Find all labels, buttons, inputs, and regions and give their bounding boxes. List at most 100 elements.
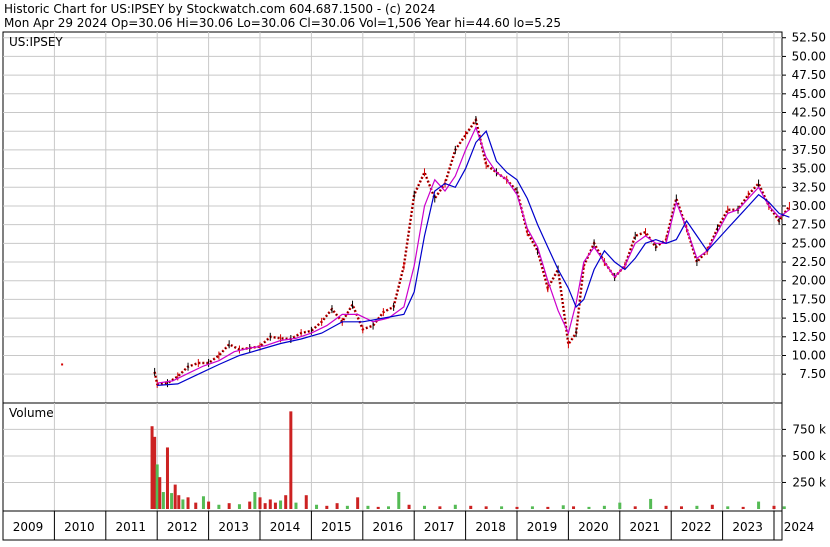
volume-bar — [500, 506, 504, 509]
price-panel-title: US:IPSEY — [9, 35, 63, 49]
volume-y-tick-label: 250 k — [792, 475, 826, 489]
price-y-tick-label: 30.00 — [792, 199, 826, 213]
volume-y-tick-label: 750 k — [792, 422, 826, 436]
price-y-tick-label: 40.00 — [792, 124, 826, 138]
volume-panel: 750 k 500 k 250 k Volume — [2, 402, 826, 512]
volume-bar — [289, 411, 293, 509]
volume-bar — [158, 477, 162, 509]
price-point — [61, 363, 64, 366]
volume-bar — [387, 506, 390, 509]
x-axis-label: 2021 — [630, 520, 661, 534]
price-y-tick-label: 52.50 — [792, 31, 826, 45]
volume-bar — [484, 506, 488, 509]
volume-bar — [572, 506, 576, 509]
volume-bar — [772, 505, 776, 509]
volume-bar — [315, 504, 319, 509]
x-axis-label: 2020 — [578, 520, 609, 534]
volume-bar — [710, 504, 714, 509]
volume-bar — [173, 484, 177, 509]
volume-bar — [201, 496, 205, 509]
volume-bar — [664, 505, 668, 509]
volume-bar — [268, 499, 272, 509]
volume-bar — [679, 506, 683, 509]
volume-bar — [726, 506, 730, 509]
volume-bar — [194, 502, 198, 509]
chart-header-line1: Historic Chart for US:IPSEY by Stockwatc… — [4, 2, 435, 16]
volume-bar — [335, 503, 339, 509]
x-axis-label: 2024 — [784, 520, 815, 534]
volume-bar — [757, 501, 761, 509]
volume-bar — [181, 499, 185, 509]
volume-bar — [407, 504, 411, 509]
volume-panel-frame — [2, 402, 783, 512]
price-y-tick-label: 50.00 — [792, 49, 826, 63]
volume-bar — [397, 492, 401, 509]
volume-bar — [217, 504, 221, 509]
volume-bar — [294, 502, 298, 509]
volume-bar — [649, 498, 653, 509]
volume-bar — [150, 426, 154, 509]
volume-bar — [530, 506, 534, 509]
x-axis-label: 2018 — [475, 520, 506, 534]
volume-bar — [587, 506, 591, 509]
x-axis-label: 2016 — [373, 520, 404, 534]
x-axis-label: 2023 — [732, 520, 763, 534]
price-panel: 52.50 50.00 47.50 45.00 42.50 40.00 37.50 35.00… — [2, 31, 826, 404]
volume-bar — [186, 497, 190, 509]
volume-bar — [237, 504, 241, 509]
volume-bar — [515, 506, 519, 509]
volume-bar — [177, 495, 181, 509]
chart-header-line2: Mon Apr 29 2024 Op=30.06 Hi=30.06 Lo=30.… — [4, 16, 561, 30]
volume-bar — [633, 506, 637, 509]
volume-bar — [366, 505, 370, 509]
volume-y-axis: 750 k 500 k 250 k — [782, 422, 826, 489]
volume-panel-title: Volume — [9, 406, 54, 420]
price-y-tick-label: 42.50 — [792, 106, 826, 120]
volume-y-tick-label: 500 k — [792, 449, 826, 463]
price-y-tick-label: 32.50 — [792, 180, 826, 194]
volume-bar — [165, 447, 169, 509]
volume-bar — [258, 497, 262, 509]
volume-bar — [422, 505, 426, 509]
volume-bar — [153, 436, 157, 509]
volume-bar — [782, 506, 786, 509]
volume-bar — [248, 501, 252, 509]
x-axis-label: 2014 — [270, 520, 301, 534]
price-y-tick-label: 35.00 — [792, 162, 826, 176]
stock-chart: Historic Chart for US:IPSEY by Stockwatc… — [0, 0, 830, 543]
price-y-tick-label: 15.00 — [792, 311, 826, 325]
price-y-tick-label: 25.00 — [792, 236, 826, 250]
volume-bar — [618, 502, 622, 509]
x-axis-label: 2022 — [681, 520, 712, 534]
volume-bar — [263, 503, 267, 509]
price-y-tick-label: 45.00 — [792, 87, 826, 101]
volume-bar — [227, 503, 231, 509]
x-axis-label: 2017 — [424, 520, 455, 534]
x-axis-label: 2009 — [13, 520, 44, 534]
price-y-tick-label: 12.50 — [792, 330, 826, 344]
volume-bar — [207, 501, 211, 509]
price-y-tick-label: 37.50 — [792, 143, 826, 157]
x-axis-label: 2012 — [167, 520, 198, 534]
price-y-tick-label: 22.50 — [792, 255, 826, 269]
volume-bar — [438, 506, 442, 509]
volume-bar — [741, 506, 745, 509]
volume-bar — [325, 505, 329, 509]
volume-bar — [279, 500, 283, 509]
volume-bar — [376, 506, 380, 509]
x-axis-label: 2013 — [218, 520, 249, 534]
volume-bar — [273, 502, 277, 509]
volume-bar — [345, 505, 349, 509]
volume-bar — [170, 493, 174, 509]
volume-bar — [469, 505, 473, 509]
volume-bar — [453, 504, 457, 509]
price-y-axis: 52.50 50.00 47.50 45.00 42.50 40.00 37.50 35.00… — [782, 31, 826, 381]
volume-bar — [695, 505, 699, 509]
price-y-tick-label: 20.00 — [792, 274, 826, 288]
volume-bar — [304, 495, 308, 509]
price-y-tick-label: 10.00 — [792, 348, 826, 362]
price-panel-frame — [2, 31, 783, 404]
x-axis: 2009 2010 2011 2012 2013 2014 2015 2016 2017 2018… — [2, 510, 815, 541]
volume-bar — [546, 506, 550, 509]
x-axis-label: 2019 — [527, 520, 558, 534]
